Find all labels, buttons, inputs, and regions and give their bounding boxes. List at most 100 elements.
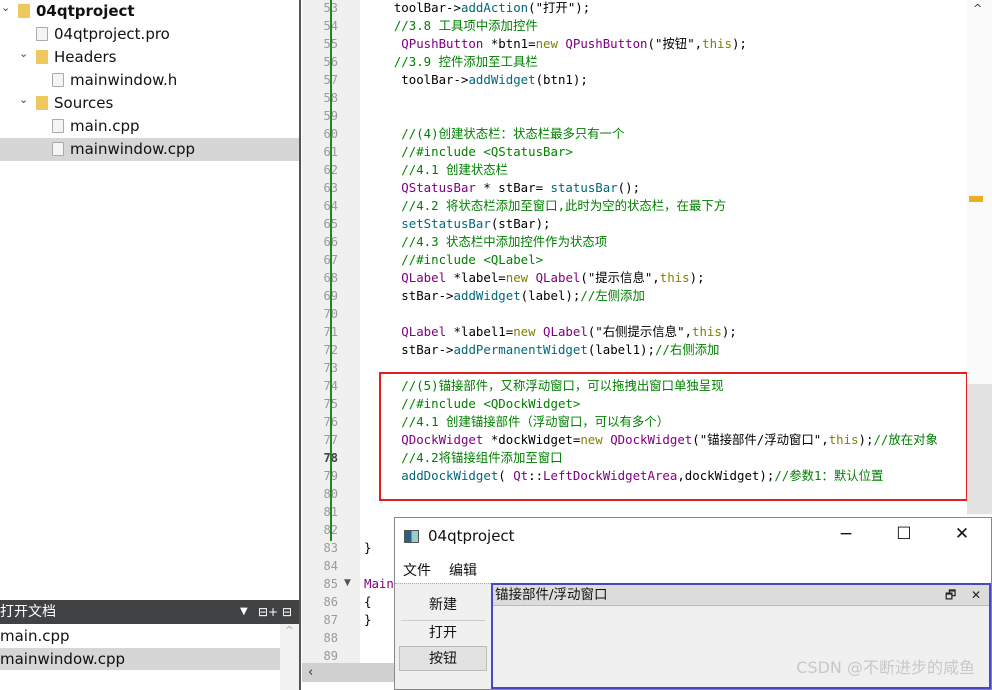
code-line: //#include <QStatusBar>	[364, 143, 573, 161]
tree-item-label: main.cpp	[70, 117, 140, 135]
tree-item-label: 04qtproject.pro	[54, 25, 170, 43]
code-token: QPushButton	[557, 36, 648, 51]
line-number: 66	[302, 233, 338, 251]
line-number: 86	[323, 595, 338, 609]
line-number: 80	[302, 485, 338, 503]
menu-bar: 文件 编辑	[395, 556, 991, 583]
open-document-item[interactable]: main.cpp	[0, 625, 280, 647]
code-token: //3.8 工具项中添加控件	[364, 18, 538, 33]
menu-edit[interactable]: 编辑	[449, 560, 477, 580]
code-token: stBar->	[364, 342, 454, 357]
fold-arrow-icon[interactable]: ▼	[344, 578, 351, 588]
toolbar-push-button[interactable]: 按钮	[399, 646, 487, 671]
code-token: //4.2 将状态栏添加至窗口,此时为空的状态栏，在最下方	[364, 198, 727, 213]
line-number: 76	[302, 413, 338, 431]
toolbar-new-button[interactable]: 新建	[399, 593, 487, 618]
open-documents-title: 打开文档	[0, 604, 56, 620]
tree-item[interactable]: ⌄ Headers	[0, 46, 299, 69]
code-token: //(4)创建状态栏：状态栏最多只有一个	[364, 126, 625, 141]
line-number: 74	[302, 377, 338, 395]
warning-marker	[969, 196, 983, 202]
tree-item[interactable]: ⌄ Sources	[0, 92, 299, 115]
tree-item[interactable]: main.cpp	[0, 115, 299, 138]
line-number: 60	[302, 125, 338, 143]
code-token: (btn1);	[535, 72, 588, 87]
code-token: this	[659, 270, 690, 285]
maximize-button[interactable]: ☐	[889, 524, 919, 544]
line-number: 54	[302, 17, 338, 35]
code-token: (label);	[520, 288, 581, 303]
code-line: //4.1 创建状态栏	[364, 161, 508, 179]
tree-item[interactable]: 04qtproject.pro	[0, 23, 299, 46]
code-token: //#include <QLabel>	[364, 252, 544, 267]
code-token: toolBar->	[364, 72, 469, 87]
tree-item-content: mainwindow.h	[52, 69, 177, 92]
code-token: ("打开");	[528, 0, 591, 15]
code-line: //(4)创建状态栏：状态栏最多只有一个	[364, 125, 624, 143]
dock-float-button[interactable]: 🗗	[945, 585, 956, 606]
scrollbar-thumb[interactable]	[967, 384, 992, 514]
code-token: stBar->	[364, 288, 454, 303]
code-token: QLabel	[364, 324, 447, 339]
line-number: 56	[302, 53, 338, 71]
line-number: 87	[323, 613, 338, 627]
scroll-up-icon[interactable]: ^	[973, 2, 982, 15]
line-number: 55	[302, 35, 338, 53]
code-line: QLabel *label1=new QLabel("右侧提示信息",this)…	[364, 323, 736, 341]
code-line: toolBar->addWidget(btn1);	[364, 71, 588, 89]
tree-item-label: 04qtproject	[36, 2, 135, 20]
code-token: QPushButton	[364, 36, 484, 51]
code-token: * stBar=	[475, 180, 551, 195]
dropdown-icon[interactable]: ▼	[240, 600, 248, 624]
open-documents-scrollbar[interactable]: ^	[280, 624, 299, 690]
chevron-down-icon[interactable]: ⌄	[1, 0, 10, 19]
code-token: (stBar);	[490, 216, 551, 231]
minimize-button[interactable]: −	[831, 524, 861, 544]
code-token: ("按钮",	[647, 36, 703, 51]
project-sidebar: ⌄ 04qtproject 04qtproject.pro ⌄ Headers mainw…	[0, 0, 301, 690]
horizontal-scrollbar[interactable]: ‹	[302, 663, 394, 682]
code-token: QLabel	[535, 324, 588, 339]
line-number: 81	[302, 503, 338, 521]
code-token: QLabel	[364, 270, 447, 285]
highlight-box	[379, 372, 968, 501]
line-number: 67	[302, 251, 338, 269]
dock-titlebar[interactable]: 锚接部件/浮动窗口 🗗 ✕	[493, 585, 989, 606]
code-token: //4.1 创建状态栏	[364, 162, 509, 177]
tree-item-label: mainwindow.cpp	[70, 140, 196, 158]
line-number: 83	[323, 541, 338, 555]
code-token: ("右侧提示信息",	[587, 324, 692, 339]
menu-file[interactable]: 文件	[403, 560, 431, 580]
window-titlebar[interactable]: 04qtproject − ☐ ✕	[395, 518, 991, 556]
dock-close-button[interactable]: ✕	[971, 585, 981, 606]
open-document-item[interactable]: mainwindow.cpp	[0, 648, 280, 670]
code-token: setStatusBar	[364, 216, 491, 231]
code-token: new	[535, 36, 558, 51]
scroll-left-icon[interactable]: ‹	[308, 665, 313, 680]
code-line: //3.9 控件添加至工具栏	[364, 53, 538, 71]
line-number: 72	[302, 341, 338, 359]
chevron-down-icon[interactable]: ⌄	[19, 88, 28, 111]
header-file-icon	[52, 73, 64, 87]
code-token: *label=	[446, 270, 506, 285]
code-token: new	[513, 324, 536, 339]
line-number: 68	[302, 269, 338, 287]
chevron-down-icon[interactable]: ⌄	[19, 42, 28, 65]
toolbar-open-button[interactable]: 打开	[399, 621, 487, 646]
code-token: //4.3 状态栏中添加控件作为状态项	[364, 234, 608, 249]
sources-folder-icon	[36, 96, 48, 110]
tree-item[interactable]: ⌄ 04qtproject	[0, 0, 299, 23]
line-number: 70	[302, 305, 338, 323]
line-number: 65	[302, 215, 338, 233]
line-number: 63	[302, 179, 338, 197]
tree-item[interactable]: mainwindow.cpp	[0, 138, 299, 161]
collapse-icon[interactable]: ⊟	[282, 600, 292, 624]
close-button[interactable]: ✕	[947, 524, 977, 544]
code-token: statusBar	[550, 180, 618, 195]
code-token: //3.9 控件添加至工具栏	[364, 54, 538, 69]
tree-item[interactable]: mainwindow.h	[0, 69, 299, 92]
split-icon[interactable]: ⊟+	[258, 600, 278, 624]
line-number: 82	[302, 521, 338, 539]
dock-widget[interactable]: 锚接部件/浮动窗口 🗗 ✕ CSDN @不断进步的咸鱼	[491, 583, 991, 689]
tree-item-content: Sources	[36, 92, 113, 115]
